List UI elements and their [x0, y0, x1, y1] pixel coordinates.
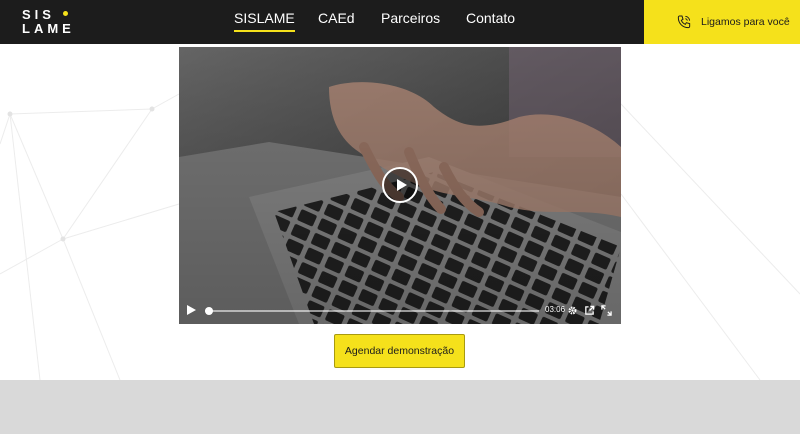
external-link-icon[interactable]	[584, 305, 595, 316]
callback-label: Ligamos para você	[701, 16, 790, 28]
nav-item-sislame[interactable]: SISLAME	[234, 10, 295, 32]
progress-bar[interactable]	[205, 307, 539, 315]
big-play-button[interactable]	[382, 167, 418, 203]
callback-button[interactable]: Ligamos para você	[644, 0, 800, 44]
video-player[interactable]: 03:06	[179, 47, 621, 324]
nav-item-contato[interactable]: Contato	[466, 10, 515, 26]
site-header: SIS LAME SISLAME CAEd Parceiros Contato …	[0, 0, 800, 44]
settings-icon[interactable]	[567, 305, 578, 316]
video-duration: 03:06	[545, 305, 566, 314]
fullscreen-icon[interactable]	[601, 305, 612, 316]
schedule-demo-button[interactable]: Agendar demonstração	[334, 334, 465, 368]
video-controls: 03:06	[179, 298, 621, 324]
nav-item-parceiros[interactable]: Parceiros	[381, 10, 440, 26]
main-nav: SISLAME CAEd Parceiros Contato	[0, 0, 640, 44]
play-icon[interactable]	[187, 305, 196, 315]
footer-band	[0, 380, 800, 434]
phone-icon	[677, 15, 691, 29]
nav-item-caed[interactable]: CAEd	[318, 10, 355, 26]
progress-knob[interactable]	[205, 307, 213, 315]
